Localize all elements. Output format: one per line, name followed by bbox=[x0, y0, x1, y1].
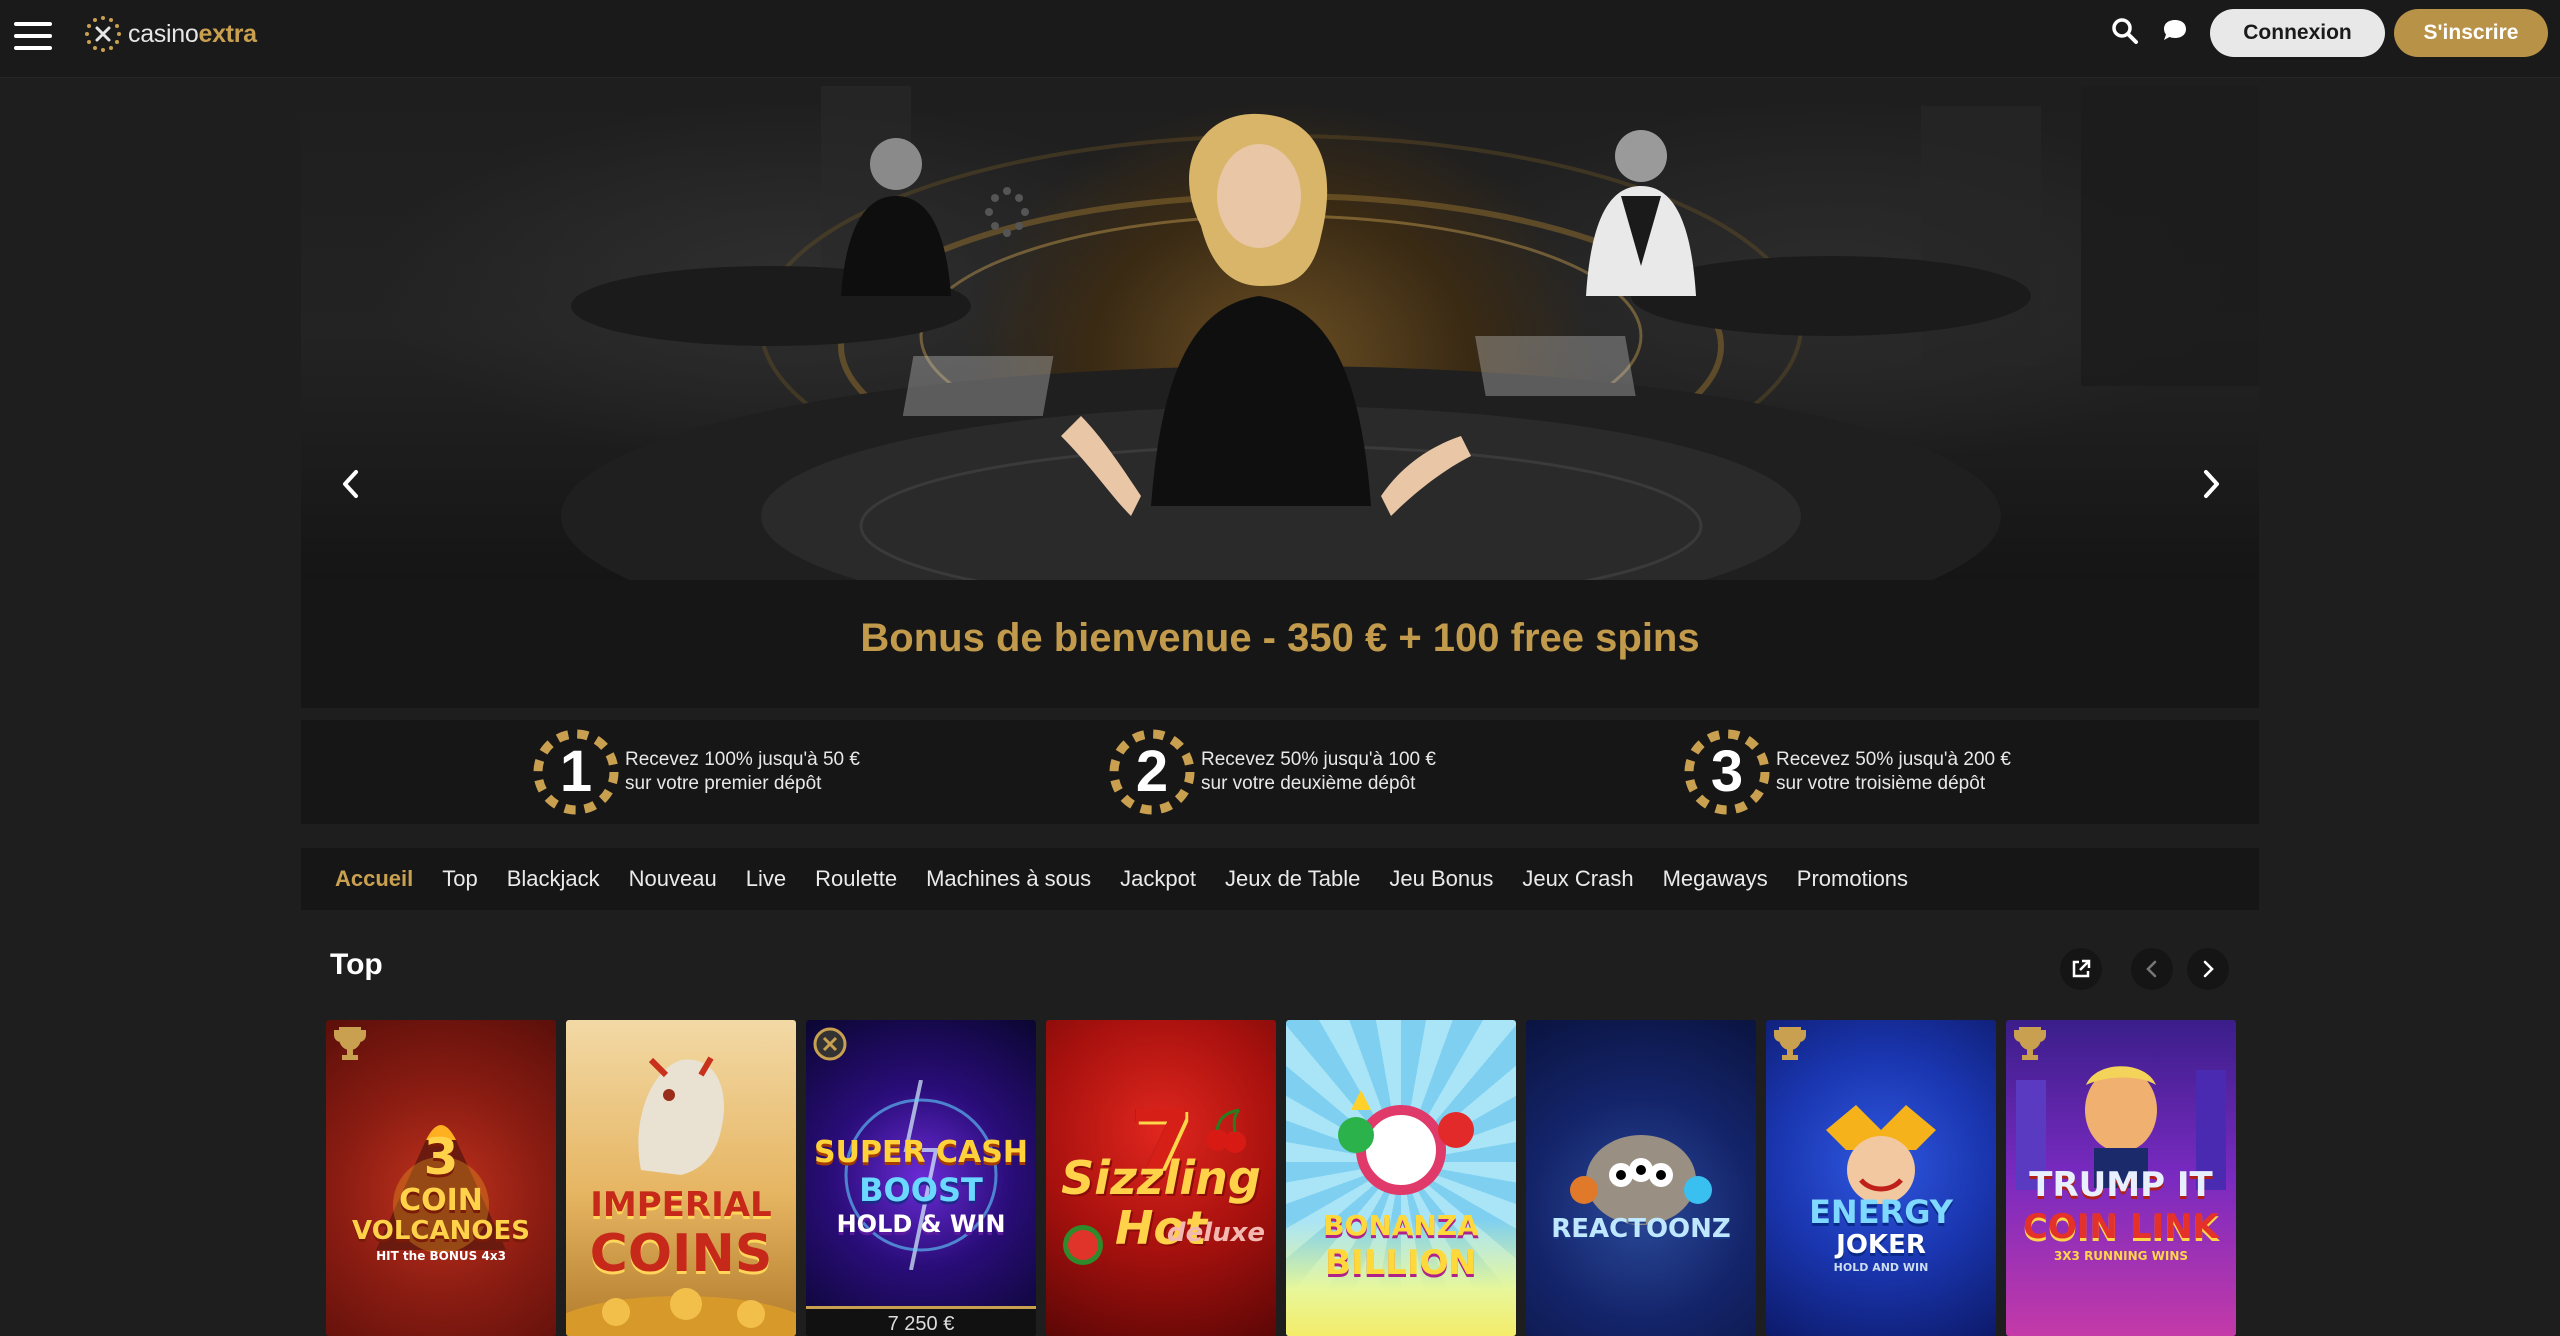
site-logo[interactable]: casinoextra bbox=[84, 14, 257, 54]
bonus-step-2: 2 Recevez 50% jusqu'à 100 € sur votre de… bbox=[1107, 726, 1436, 818]
game-title-line2: JOKER bbox=[1836, 1230, 1926, 1260]
logo-text-casino: casino bbox=[128, 19, 199, 48]
nav-item-jeu-bonus[interactable]: Jeu Bonus bbox=[1389, 866, 1493, 892]
nav-item-jackpot[interactable]: Jackpot bbox=[1120, 866, 1196, 892]
game-title-line3: HOLD AND WIN bbox=[1833, 1261, 1929, 1274]
open-section-button[interactable] bbox=[2060, 948, 2102, 990]
nav-item-jeux-de-table[interactable]: Jeux de Table bbox=[1225, 866, 1360, 892]
logo-mark-icon bbox=[85, 16, 121, 52]
step-badge: 2 bbox=[1107, 727, 1197, 817]
step-badge: 3 bbox=[1682, 727, 1772, 817]
game-title-line1: 3 bbox=[423, 1128, 459, 1186]
nav-item-top[interactable]: Top bbox=[442, 866, 477, 892]
chat-icon[interactable] bbox=[2160, 16, 2190, 46]
game-title-line2: COIN LINK bbox=[2023, 1207, 2219, 1247]
game-title-line3: 3X3 RUNNING WINS bbox=[2053, 1249, 2189, 1263]
step-line2: sur votre troisième dépôt bbox=[1776, 773, 1986, 794]
step-badge: 1 bbox=[531, 727, 621, 817]
hero-prev-arrow[interactable] bbox=[329, 462, 373, 506]
game-title-line4: HIT the BONUS 4x3 bbox=[376, 1249, 506, 1263]
chevron-right-icon bbox=[2203, 960, 2214, 978]
search-icon[interactable] bbox=[2110, 16, 2140, 46]
game-title-line1: SUPER CASH bbox=[814, 1135, 1028, 1170]
game-tile-bonanza-billion[interactable]: BONANZA BILLION bbox=[1286, 1020, 1516, 1336]
step-line1: Recevez 100% jusqu'à 50 € bbox=[625, 749, 860, 770]
game-title-line3: VOLCANOES bbox=[352, 1216, 530, 1246]
step-text: Recevez 50% jusqu'à 100 € sur votre deux… bbox=[1201, 748, 1436, 796]
step-text: Recevez 50% jusqu'à 200 € sur votre troi… bbox=[1776, 748, 2011, 796]
step-line2: sur votre deuxième dépôt bbox=[1201, 773, 1416, 794]
game-title-line3: HOLD & WIN bbox=[836, 1210, 1006, 1238]
nav-item-megaways[interactable]: Megaways bbox=[1663, 866, 1768, 892]
hero-next-arrow[interactable] bbox=[2189, 462, 2233, 506]
nav-item-live[interactable]: Live bbox=[746, 866, 786, 892]
trophy-icon bbox=[334, 1027, 366, 1060]
game-tile-imperial-coins[interactable]: IMPERIAL COINS bbox=[566, 1020, 796, 1336]
nav-item-promotions[interactable]: Promotions bbox=[1797, 866, 1908, 892]
game-title-line4: deluxe bbox=[1166, 1218, 1266, 1248]
game-title-line2: BILLION bbox=[1325, 1243, 1477, 1283]
trophy-icon bbox=[1774, 1027, 1806, 1060]
chevron-right-icon bbox=[2204, 470, 2219, 498]
game-tile-sizzling-hot[interactable]: 7 Sizzling Hot deluxe bbox=[1046, 1020, 1276, 1336]
candy-icon bbox=[1338, 1090, 1474, 1195]
games-row: 3 COIN VOLCANOES HIT the BONUS 4x3 IMPER… bbox=[326, 1020, 2236, 1336]
promo-band[interactable]: Bonus de bienvenue - 350 € + 100 free sp… bbox=[301, 580, 2259, 708]
coins-pile-icon bbox=[566, 1288, 796, 1336]
game-title-line1: IMPERIAL bbox=[590, 1185, 772, 1225]
chevron-left-icon bbox=[2146, 960, 2157, 978]
step-text: Recevez 100% jusqu'à 50 € sur votre prem… bbox=[625, 748, 860, 796]
hamburger-menu-icon[interactable] bbox=[14, 20, 52, 52]
step-line2: sur votre premier dépôt bbox=[625, 773, 822, 794]
cherry-icon bbox=[1206, 1108, 1246, 1153]
game-title-line2: BOOST bbox=[859, 1171, 983, 1209]
step-number: 2 bbox=[1135, 739, 1169, 804]
game-tile-trump-it-coin-link[interactable]: TRUMP IT COIN LINK 3X3 RUNNING WINS bbox=[2006, 1020, 2236, 1336]
game-title-line2: COINS bbox=[589, 1224, 773, 1284]
chevron-left-icon bbox=[343, 470, 358, 498]
section-title: Top bbox=[330, 948, 383, 981]
nav-item-accueil[interactable]: Accueil bbox=[335, 866, 413, 892]
nav-item-machines-a-sous[interactable]: Machines à sous bbox=[926, 866, 1091, 892]
game-title-line1: TRUMP IT bbox=[2029, 1165, 2213, 1205]
promo-title: Bonus de bienvenue - 350 € + 100 free sp… bbox=[860, 616, 1700, 660]
logo-text: casinoextra bbox=[128, 20, 257, 49]
game-tile-reactoonz[interactable]: REACTOONZ bbox=[1526, 1020, 1756, 1336]
step-line1: Recevez 50% jusqu'à 100 € bbox=[1201, 749, 1436, 770]
hero-banner[interactable] bbox=[301, 86, 2259, 580]
games-prev-button[interactable] bbox=[2131, 948, 2173, 990]
external-link-icon bbox=[2072, 959, 2091, 978]
nav-item-nouveau[interactable]: Nouveau bbox=[629, 866, 717, 892]
game-tile-coin-volcanoes[interactable]: 3 COIN VOLCANOES HIT the BONUS 4x3 bbox=[326, 1020, 556, 1336]
logo-text-extra: extra bbox=[198, 19, 257, 48]
bonus-steps: 1 Recevez 100% jusqu'à 50 € sur votre pr… bbox=[301, 720, 2259, 824]
nav-item-blackjack[interactable]: Blackjack bbox=[507, 866, 600, 892]
nav-item-jeux-crash[interactable]: Jeux Crash bbox=[1522, 866, 1633, 892]
signup-button[interactable]: S'inscrire bbox=[2394, 9, 2548, 57]
top-header: casinoextra Connexion S'inscrire bbox=[0, 0, 2560, 78]
game-title-line1: ENERGY bbox=[1809, 1193, 1953, 1231]
step-line1: Recevez 50% jusqu'à 200 € bbox=[1776, 749, 2011, 770]
watermelon-icon bbox=[1063, 1225, 1103, 1265]
step-number: 1 bbox=[559, 739, 593, 804]
login-button[interactable]: Connexion bbox=[2210, 9, 2385, 57]
jackpot-amount: 7 250 € bbox=[806, 1306, 1036, 1336]
hero-scene-illustration bbox=[561, 86, 2259, 580]
game-title-line2: COIN bbox=[399, 1183, 483, 1218]
bonus-step-1: 1 Recevez 100% jusqu'à 50 € sur votre pr… bbox=[531, 726, 860, 818]
category-nav: Accueil Top Blackjack Nouveau Live Roule… bbox=[301, 848, 2259, 910]
games-next-button[interactable] bbox=[2187, 948, 2229, 990]
casino-chip-icon bbox=[813, 1027, 847, 1061]
step-number: 3 bbox=[1710, 739, 1744, 804]
game-title-line1: REACTOONZ bbox=[1551, 1214, 1731, 1244]
game-title-line2: Sizzling bbox=[1061, 1151, 1261, 1205]
game-tile-super-cash-boost[interactable]: SUPER CASH BOOST HOLD & WIN 7 250 € bbox=[806, 1020, 1036, 1336]
bonus-step-3: 3 Recevez 50% jusqu'à 200 € sur votre tr… bbox=[1682, 726, 2011, 818]
game-title-line1: BONANZA bbox=[1323, 1209, 1479, 1242]
nav-item-roulette[interactable]: Roulette bbox=[815, 866, 897, 892]
dragon-icon bbox=[638, 1056, 725, 1175]
game-tile-energy-joker[interactable]: ENERGY JOKER HOLD AND WIN bbox=[1766, 1020, 1996, 1336]
